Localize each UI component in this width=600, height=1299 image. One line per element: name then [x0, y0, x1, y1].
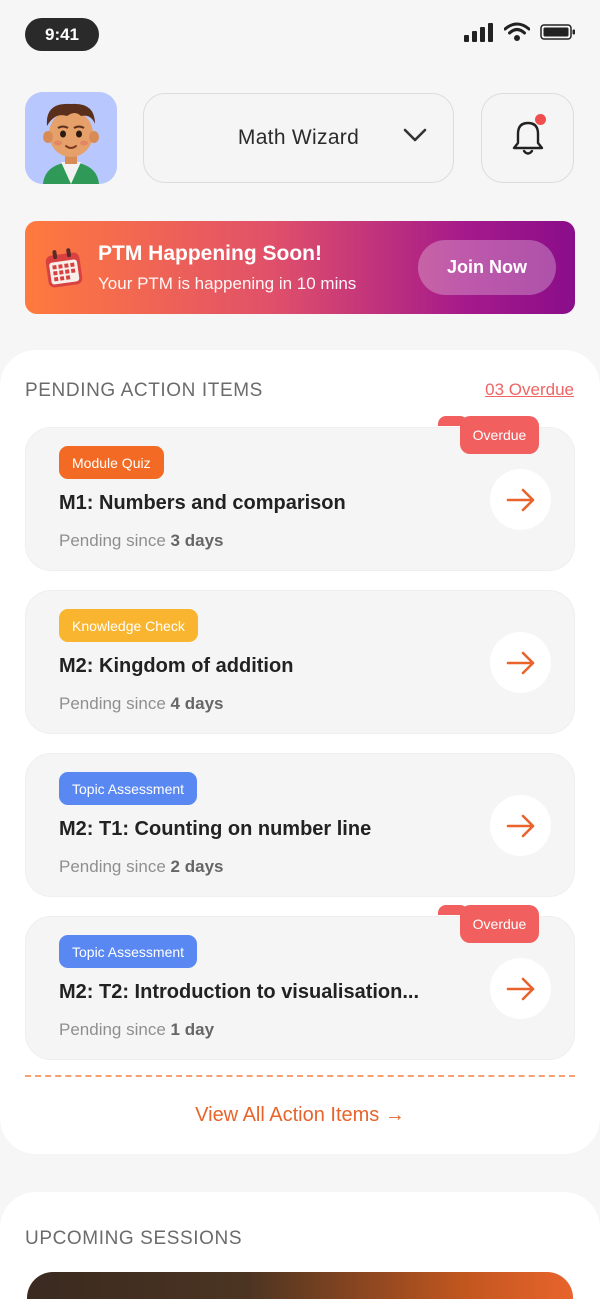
overdue-badge: Overdue	[438, 416, 539, 454]
chevron-down-icon	[403, 128, 427, 142]
overdue-badge: Overdue	[438, 905, 539, 943]
action-item-card[interactable]: Topic Assessment M2: T1: Counting on num…	[25, 753, 575, 897]
status-time: 9:41	[25, 18, 99, 51]
pending-action-items-section: PENDING ACTION ITEMS 03 Overdue Overdue …	[0, 350, 600, 1154]
item-title: M2: Kingdom of addition	[59, 655, 294, 677]
calendar-icon	[45, 248, 83, 288]
pending-duration: 1 day	[170, 1020, 215, 1039]
open-item-button[interactable]	[490, 958, 551, 1019]
banner-subtitle: Your PTM is happening in 10 mins	[98, 274, 357, 293]
arrow-right-icon	[506, 977, 534, 1000]
notifications-button[interactable]	[481, 93, 574, 183]
join-now-button[interactable]: Join Now	[418, 240, 556, 295]
arrow-right-icon	[506, 488, 534, 511]
item-pending-since: Pending since 1 day	[59, 1020, 214, 1040]
battery-icon	[540, 24, 575, 40]
upcoming-sessions-section: UPCOMING SESSIONS	[0, 1192, 600, 1299]
item-type-tag: Topic Assessment	[59, 772, 198, 805]
action-item-card[interactable]: Knowledge Check M2: Kingdom of addition …	[25, 590, 575, 734]
pending-section-title: PENDING ACTION ITEMS	[25, 380, 263, 401]
signal-icon	[464, 23, 493, 42]
child-avatar-illustration	[25, 92, 117, 184]
item-type-tag: Knowledge Check	[59, 609, 198, 642]
item-title: M2: T1: Counting on number line	[59, 818, 372, 840]
view-all-action-items-link[interactable]: View All Action Items →	[0, 1104, 600, 1127]
status-icons	[464, 22, 576, 42]
wifi-icon	[504, 22, 530, 41]
open-item-button[interactable]	[490, 795, 551, 856]
notification-dot	[535, 114, 546, 125]
arrow-right-icon	[506, 814, 534, 837]
open-item-button[interactable]	[490, 469, 551, 530]
item-type-tag: Topic Assessment	[59, 935, 198, 968]
pending-prefix: Pending since	[59, 1020, 166, 1039]
selected-class-label: Math Wizard	[237, 126, 360, 149]
status-bar: 9:41	[0, 0, 600, 70]
item-pending-since: Pending since 2 days	[59, 857, 223, 877]
session-card[interactable]	[27, 1272, 573, 1299]
item-pending-since: Pending since 3 days	[59, 531, 223, 551]
pending-duration: 3 days	[170, 531, 224, 550]
pending-prefix: Pending since	[59, 694, 166, 713]
avatar[interactable]	[25, 92, 117, 184]
pending-prefix: Pending since	[59, 857, 166, 876]
pending-prefix: Pending since	[59, 531, 166, 550]
item-title: M1: Numbers and comparison	[59, 492, 346, 514]
action-item-card[interactable]: Overdue Topic Assessment M2: T2: Introdu…	[25, 905, 575, 1060]
overdue-count-link[interactable]: 03 Overdue	[485, 380, 574, 400]
upcoming-section-title: UPCOMING SESSIONS	[25, 1228, 243, 1249]
arrow-right-icon	[506, 651, 534, 674]
action-item-card[interactable]: Overdue Module Quiz M1: Numbers and comp…	[25, 416, 575, 571]
class-selector-dropdown[interactable]: Math Wizard	[143, 93, 454, 183]
open-item-button[interactable]	[490, 632, 551, 693]
item-type-tag: Module Quiz	[59, 446, 164, 479]
pending-duration: 2 days	[170, 857, 224, 876]
pending-duration: 4 days	[170, 694, 224, 713]
banner-title: PTM Happening Soon!	[98, 242, 322, 265]
ptm-banner: PTM Happening Soon! Your PTM is happenin…	[25, 221, 575, 314]
dashed-divider	[25, 1075, 575, 1077]
item-title: M2: T2: Introduction to visualisation...	[59, 981, 420, 1003]
item-pending-since: Pending since 4 days	[59, 694, 223, 714]
